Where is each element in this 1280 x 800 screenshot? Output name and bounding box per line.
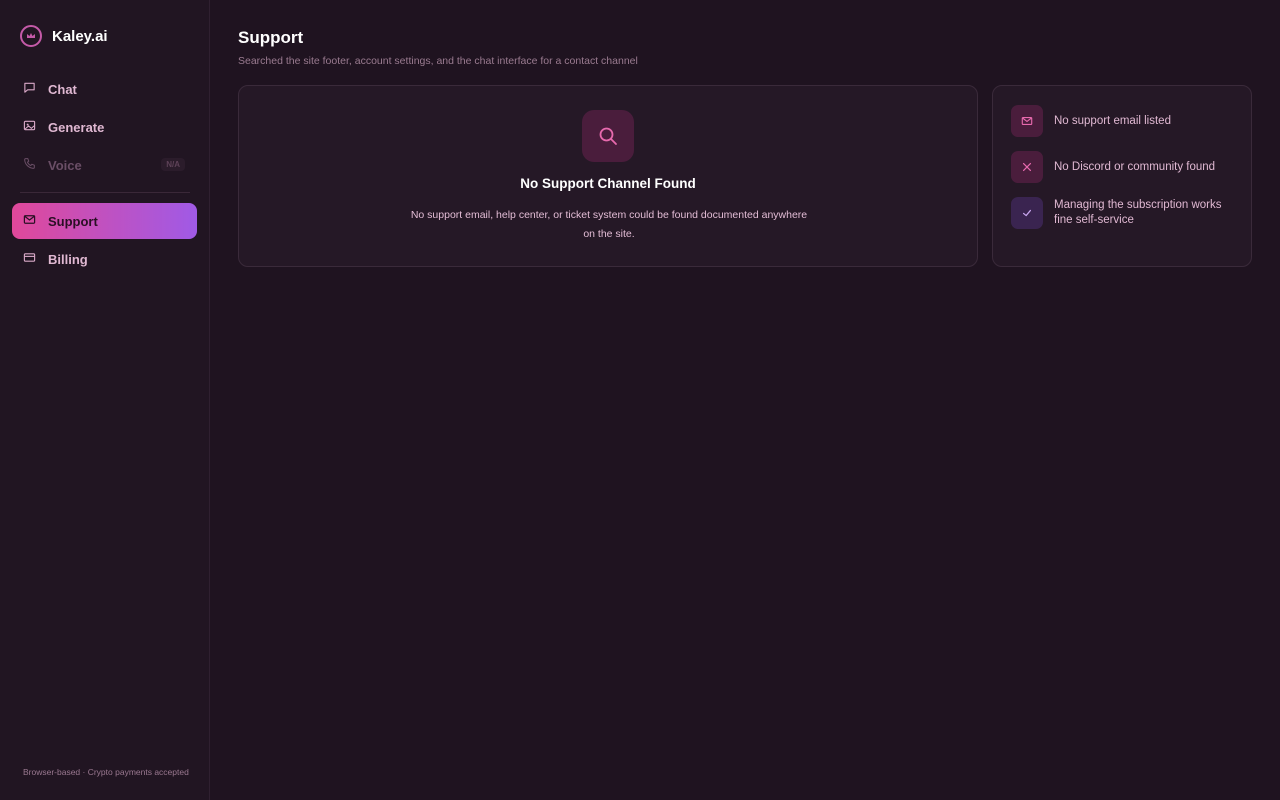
check-icon [1011, 197, 1043, 229]
crown-logo-icon [20, 25, 42, 47]
mail-icon [1011, 105, 1043, 137]
sidebar-item-voice[interactable]: Voice N/A [12, 147, 197, 183]
page-subtitle: Searched the site footer, account settin… [238, 55, 638, 67]
card-heading: No Support Channel Found [520, 176, 696, 191]
finding-text: No support email listed [1054, 114, 1171, 127]
sidebar-item-support[interactable]: Support [12, 203, 197, 239]
sidebar: Kaley.ai Chat Generate Voice N/A Support… [0, 0, 210, 800]
sidebar-footer-note: Browser-based · Crypto payments accepted [23, 767, 189, 777]
close-icon [1011, 151, 1043, 183]
finding-row-subscription: Managing the subscription works fine sel… [1011, 197, 1231, 229]
brand[interactable]: Kaley.ai [20, 24, 108, 48]
sidebar-item-generate[interactable]: Generate [12, 109, 197, 145]
page-title: Support [238, 28, 304, 47]
finding-text: No Discord or community found [1054, 160, 1216, 173]
no-support-card: No Support Channel Found No support emai… [238, 85, 978, 267]
finding-row-community: No Discord or community found [1011, 151, 1215, 183]
sidebar-divider [20, 192, 190, 193]
brand-name: Kaley.ai [52, 27, 108, 45]
phone-icon [23, 157, 36, 173]
sidebar-item-label: Billing [48, 251, 88, 267]
chat-bubble-icon [23, 81, 36, 97]
mail-icon [23, 213, 36, 229]
credit-card-icon [23, 251, 36, 267]
unavailable-badge: N/A [161, 158, 185, 171]
sidebar-item-label: Voice [48, 157, 82, 173]
finding-row-email: No support email listed [1011, 105, 1171, 137]
sidebar-item-label: Chat [48, 81, 77, 97]
sidebar-item-chat[interactable]: Chat [12, 71, 197, 107]
sidebar-item-billing[interactable]: Billing [12, 241, 197, 277]
image-icon [23, 119, 36, 135]
finding-text: Managing the subscription works fine sel… [1054, 199, 1222, 226]
sidebar-item-label: Support [48, 213, 98, 229]
sidebar-item-label: Generate [48, 119, 105, 135]
search-icon [582, 110, 634, 162]
support-findings-card: No support email listed No Discord or co… [992, 85, 1252, 267]
card-description: No support email, help center, or ticket… [410, 209, 808, 240]
